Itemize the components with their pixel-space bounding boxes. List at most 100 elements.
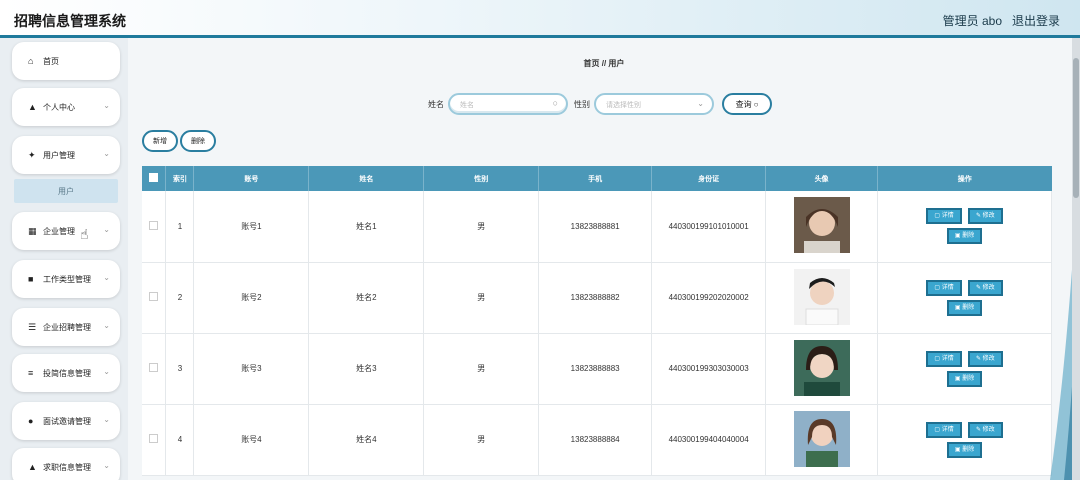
home-icon: ⌂ (28, 56, 34, 66)
query-label: 查询 (735, 99, 752, 109)
avatar (793, 410, 850, 467)
query-button[interactable]: 查询 ○ (722, 93, 772, 115)
detail-label: 详情 (941, 426, 954, 433)
delete-label: 删除 (962, 446, 975, 453)
scroll-thumb[interactable] (1073, 58, 1079, 198)
row-delete-button[interactable]: ▣ 删除 (946, 228, 983, 245)
edit-icon: ✎ (975, 213, 983, 220)
cell-account: 账号4 (193, 404, 310, 476)
detail-icon: ▢ (934, 284, 942, 291)
detail-icon: ▢ (934, 355, 942, 362)
sidebar-item-home[interactable]: ⌂ 首页 (12, 42, 120, 80)
decorative-wave (1050, 140, 1080, 480)
cell-phone: 13823888884 (538, 404, 653, 476)
search-bar: 姓名 姓名 ○ 性别 请选择性别 ⌄ 查询 ○ (428, 93, 772, 115)
detail-label: 详情 (941, 284, 954, 291)
app-title: 招聘信息管理系统 (14, 13, 126, 29)
add-button[interactable]: 新增 (142, 130, 178, 152)
edit-label: 修改 (982, 355, 995, 362)
chevron-down-icon: ⌄ (103, 367, 110, 376)
sidebar-item-job-type[interactable]: ■ 工作类型管理 ⌄ (12, 260, 120, 298)
edit-label: 修改 (982, 284, 995, 291)
detail-button[interactable]: ▢ 详情 (926, 421, 962, 438)
cell-name: 姓名2 (308, 262, 425, 334)
row-delete-button[interactable]: ▣ 删除 (946, 299, 983, 316)
list-icon: ≡ (28, 368, 34, 378)
cell-index: 3 (165, 333, 195, 405)
col-name: 姓名 (308, 166, 425, 191)
scrollbar[interactable] (1072, 38, 1080, 480)
sidebar-item-label: 首页 (43, 56, 59, 66)
person-icon: ▲ (28, 102, 37, 112)
edit-icon: ✎ (975, 426, 983, 433)
main-content: 首页 // 用户 姓名 姓名 ○ 性别 请选择性别 ⌄ 查询 ○ 新增 删除 索… (128, 38, 1080, 480)
sidebar-item-label: 企业招聘管理 (43, 322, 91, 332)
edit-label: 修改 (982, 213, 995, 220)
location-icon: ● (28, 416, 34, 426)
delete-button[interactable]: 删除 (180, 130, 216, 152)
name-placeholder: 姓名 (460, 102, 474, 109)
search-icon: ○ (552, 98, 558, 108)
sidebar-item-jobseeker[interactable]: ▲ 求职信息管理 ⌄ (12, 448, 120, 480)
admin-label: 管理员 abo (942, 14, 1002, 28)
delete-label: 删除 (962, 233, 975, 240)
cell-name: 姓名4 (308, 404, 425, 476)
sidebar-item-interview[interactable]: ● 面试邀请管理 ⌄ (12, 402, 120, 440)
chevron-down-icon: ⌄ (103, 225, 110, 234)
table-header-row: 索引 账号 姓名 性别 手机 身份证 头像 操作 (142, 166, 1052, 191)
pin-icon: ✦ (28, 149, 36, 160)
row-delete-button[interactable]: ▣ 删除 (946, 441, 983, 458)
logout-link[interactable]: 退出登录 (1012, 12, 1060, 29)
hand-cursor-icon: ☝ (80, 226, 89, 242)
col-idcard: 身份证 (651, 166, 767, 191)
cell-phone: 13823888883 (538, 333, 653, 405)
avatar (793, 339, 850, 396)
table-row: 4 账号4 姓名4 男 13823888884 4403001994040400… (142, 404, 1052, 476)
action-bar: 新增 删除 (142, 130, 218, 152)
sidebar-item-label: 求职信息管理 (43, 462, 91, 472)
cell-account: 账号1 (193, 191, 310, 263)
edit-button[interactable]: ✎ 修改 (967, 350, 1003, 367)
chevron-down-icon: ⌄ (103, 273, 110, 282)
avatar (793, 197, 850, 254)
gender-placeholder: 请选择性别 (606, 102, 641, 109)
col-gender: 性别 (423, 166, 540, 191)
row-checkbox[interactable] (149, 434, 159, 443)
sidebar-item-users[interactable]: ✦ 用户管理 ⌄ (12, 136, 120, 174)
sidebar-item-label: 用户管理 (43, 150, 75, 160)
breadcrumb: 首页 // 用户 (583, 59, 625, 68)
user-table: 索引 账号 姓名 性别 手机 身份证 头像 操作 1 账号1 姓名1 男 138… (142, 166, 1052, 476)
row-checkbox[interactable] (149, 363, 159, 372)
avatar (793, 268, 850, 325)
top-bar: 招聘信息管理系统 管理员 abo 退出登录 (0, 0, 1080, 38)
detail-button[interactable]: ▢ 详情 (926, 208, 962, 225)
cell-gender: 男 (423, 333, 540, 405)
detail-button[interactable]: ▢ 详情 (926, 279, 962, 296)
sidebar-item-label: 工作类型管理 (43, 274, 91, 284)
row-checkbox[interactable] (149, 220, 159, 230)
grid-icon: ▦ (28, 225, 37, 236)
cell-account: 账号3 (193, 333, 310, 405)
name-search-input[interactable]: 姓名 ○ (448, 93, 568, 115)
sidebar-item-label: 投简信息管理 (43, 368, 91, 378)
edit-button[interactable]: ✎ 修改 (967, 279, 1003, 296)
row-delete-button[interactable]: ▣ 删除 (946, 370, 983, 387)
sliders-icon: ☰ (28, 321, 37, 332)
chevron-down-icon: ⌄ (103, 149, 110, 158)
cell-idcard: 440300199404040004 (651, 404, 767, 476)
edit-button[interactable]: ✎ 修改 (967, 421, 1003, 438)
gender-select[interactable]: 请选择性别 ⌄ (594, 93, 714, 115)
sidebar-item-company[interactable]: ▦ 企业管理 ⌄ (12, 212, 120, 250)
detail-button[interactable]: ▢ 详情 (926, 350, 962, 367)
select-all-checkbox[interactable] (149, 173, 159, 182)
sidebar-subitem-user[interactable]: 用户 (14, 179, 118, 203)
gender-label: 性别 (574, 99, 590, 109)
sidebar-item-profile[interactable]: ▲ 个人中心 ⌄ (12, 88, 120, 126)
sidebar-item-recruit[interactable]: ☰ 企业招聘管理 ⌄ (12, 308, 120, 346)
row-checkbox[interactable] (149, 292, 159, 301)
edit-button[interactable]: ✎ 修改 (967, 208, 1003, 225)
name-label: 姓名 (428, 99, 444, 109)
sidebar-item-resume[interactable]: ≡ 投简信息管理 ⌄ (12, 354, 120, 392)
detail-icon: ▢ (934, 213, 942, 220)
cell-index: 1 (165, 191, 195, 263)
